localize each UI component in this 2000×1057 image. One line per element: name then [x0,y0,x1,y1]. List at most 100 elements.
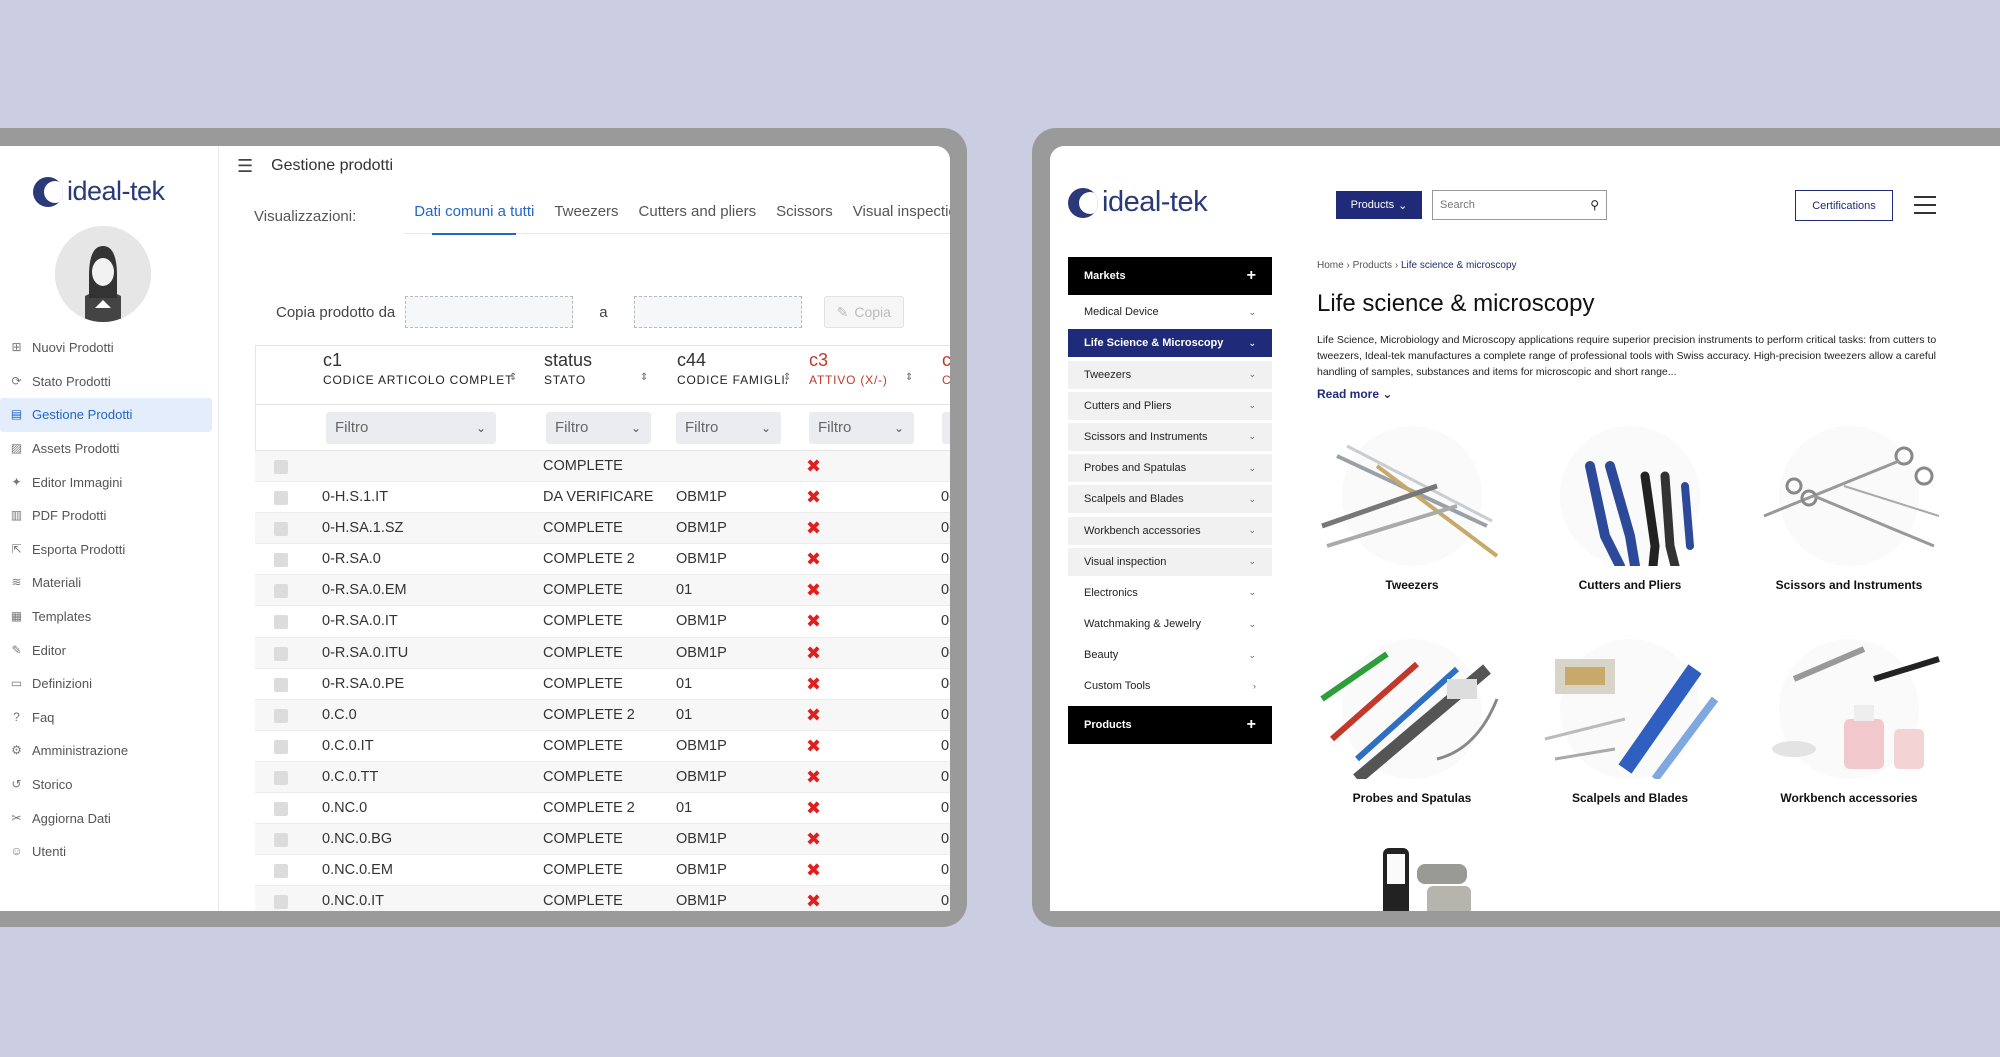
view-tab[interactable]: Dati comuni a tutti [404,198,544,235]
table-row[interactable]: 0-H.S.1.IT DA VERIFICARE OBM1P ✖ 0- [255,482,950,514]
sidebar-item[interactable]: ▭ Definizioni [0,667,212,701]
sidebar-item[interactable]: ⟳ Stato Prodotti [0,365,212,399]
products-menu-button[interactable]: Products ⌄ [1336,191,1422,219]
breadcrumb-home[interactable]: Home [1317,260,1344,271]
row-checkbox[interactable] [274,708,288,723]
sort-icon[interactable]: ⇕ [905,372,913,383]
search-input[interactable]: Search ⚲ [1432,190,1607,220]
sidebar-item[interactable]: ✦ Editor Immagini [0,465,212,499]
sidebar-item[interactable]: ▥ PDF Prodotti [0,499,212,533]
row-checkbox[interactable] [274,864,288,879]
category-item[interactable]: Scalpels and Blades ⌄ [1068,485,1272,514]
certifications-button[interactable]: Certifications [1795,190,1893,221]
table-row[interactable]: 0.NC.0.EM COMPLETE OBM1P ✖ 0. [255,855,950,887]
site-logo[interactable]: ideal-tek [1068,186,1208,219]
sidebar-item[interactable]: ⇱ Esporta Prodotti [0,533,212,567]
table-row[interactable]: 0-R.SA.0.ITU COMPLETE OBM1P ✖ 0- [255,637,950,669]
category-item[interactable]: Workbench accessories ⌄ [1068,516,1272,545]
row-checkbox[interactable] [274,833,288,848]
table-row[interactable]: 0.NC.0 COMPLETE 2 01 ✖ 0. [255,793,950,825]
category-item[interactable]: Watchmaking & Jewelry ⌄ [1068,610,1272,639]
category-item[interactable]: Cutters and Pliers ⌄ [1068,391,1272,420]
view-tab[interactable]: Visual inspection [843,198,950,234]
column-filter-select[interactable]: Filtro ⌄ [809,412,914,444]
category-item[interactable]: Medical Device ⌄ [1068,298,1272,327]
table-row[interactable]: 0.NC.0.IT COMPLETE OBM1P ✖ 0. [255,886,950,911]
product-card-partial[interactable] [1317,846,1507,911]
column-header[interactable]: c5 CO [942,350,950,387]
table-row[interactable]: 0-R.SA.0.PE COMPLETE 01 ✖ 0- [255,669,950,700]
table-row[interactable]: 0.NC.0.BG COMPLETE OBM1P ✖ 0. [255,824,950,856]
table-row[interactable]: 0-R.SA.0 COMPLETE 2 OBM1P ✖ 0- [255,544,950,576]
sort-icon[interactable]: ⇕ [509,372,517,383]
copy-to-input[interactable] [633,296,802,328]
sidebar-item[interactable]: ☺ Utenti [0,835,212,869]
category-item[interactable]: Visual inspection ⌄ [1068,547,1272,576]
sort-icon[interactable]: ⇕ [783,372,791,383]
column-header[interactable]: c3 ATTIVO (X/-) ⇕ [809,350,913,387]
category-item[interactable]: Probes and Spatulas ⌄ [1068,454,1272,483]
markets-header[interactable]: Markets + [1068,257,1272,295]
sidebar-item[interactable]: ✎ Editor [0,633,212,667]
row-checkbox[interactable] [274,770,288,785]
hamburger-menu-icon[interactable] [1914,196,1936,214]
category-item[interactable]: Scissors and Instruments ⌄ [1068,422,1272,451]
column-filter-select[interactable]: Filtro ⌄ [546,412,651,444]
product-card[interactable]: Probes and Spatulas [1317,639,1507,805]
sidebar-item[interactable]: ✂ Aggiorna Dati [0,801,212,835]
view-tab[interactable]: Scissors [766,198,843,234]
view-tab[interactable]: Cutters and pliers [629,198,767,234]
column-filter-select[interactable]: Filtro ⌄ [676,412,781,444]
product-card[interactable]: Scalpels and Blades [1535,639,1725,805]
category-item[interactable]: Electronics ⌄ [1068,578,1272,607]
column-header[interactable]: status STATO ⇕ [544,350,648,387]
row-checkbox[interactable] [274,895,288,910]
category-item[interactable]: Custom Tools › [1068,672,1272,701]
sidebar-item[interactable]: ▦ Templates [0,600,212,634]
product-card[interactable]: Workbench accessories [1754,639,1944,805]
sidebar-item[interactable]: ⊞ Nuovi Prodotti [0,331,212,365]
table-row[interactable]: 0.C.0.IT COMPLETE OBM1P ✖ 0.0 [255,731,950,762]
copy-from-input[interactable] [405,296,574,328]
sort-icon[interactable]: ⇕ [640,372,648,383]
breadcrumb-products[interactable]: Products [1353,260,1392,271]
category-item[interactable]: Life Science & Microscopy ⌄ [1068,329,1272,358]
table-row[interactable]: 0-H.SA.1.SZ COMPLETE OBM1P ✖ 0- [255,513,950,545]
table-row[interactable]: 0-R.SA.0.IT COMPLETE OBM1P ✖ 0- [255,606,950,638]
column-filter-select[interactable] [942,412,950,444]
search-icon[interactable]: ⚲ [1590,191,1599,219]
copy-button[interactable]: ✎ Copia [823,296,904,328]
row-checkbox[interactable] [274,522,288,537]
sidebar-item[interactable]: ▨ Assets Prodotti [0,432,212,466]
view-tab[interactable]: Tweezers [544,198,628,234]
row-checkbox[interactable] [274,677,288,692]
sidebar-item[interactable]: ≋ Materiali [0,566,212,600]
row-checkbox[interactable] [274,460,288,474]
avatar[interactable] [55,226,151,322]
row-checkbox[interactable] [274,739,288,754]
product-card[interactable]: Scissors and Instruments [1754,426,1944,592]
category-item[interactable]: Beauty ⌄ [1068,641,1272,670]
table-row[interactable]: 0.C.0 COMPLETE 2 01 ✖ 0.0 [255,699,950,731]
sidebar-item[interactable]: ▤ Gestione Prodotti [0,398,212,432]
products-header[interactable]: Products + [1068,706,1272,745]
table-row[interactable]: COMPLETE ✖ [255,451,950,483]
column-filter-select[interactable]: Filtro ⌄ [326,412,496,444]
table-row[interactable]: 0-R.SA.0.EM COMPLETE 01 ✖ 0- [255,575,950,607]
row-checkbox[interactable] [274,646,288,661]
row-checkbox[interactable] [274,615,288,630]
column-header[interactable]: c44 CODICE FAMIGLIA ⇕ [677,350,791,387]
row-checkbox[interactable] [274,802,288,817]
read-more-link[interactable]: Read more ⌄ [1317,387,1392,401]
category-item[interactable]: Tweezers ⌄ [1068,360,1272,389]
row-checkbox[interactable] [274,491,288,506]
product-card[interactable]: Tweezers [1317,426,1507,592]
table-row[interactable]: 0.C.0.TT COMPLETE OBM1P ✖ 0.0 [255,761,950,794]
sidebar-item[interactable]: ? Faq [0,701,212,735]
hamburger-menu-icon[interactable]: ☰ [237,156,253,177]
sidebar-item[interactable]: ↺ Storico [0,768,212,802]
sidebar-item[interactable]: ⚙ Amministrazione [0,734,212,768]
column-header[interactable]: c1 CODICE ARTICOLO COMPLETO ⇕ [323,350,517,387]
row-checkbox[interactable] [274,553,288,568]
row-checkbox[interactable] [274,584,288,599]
